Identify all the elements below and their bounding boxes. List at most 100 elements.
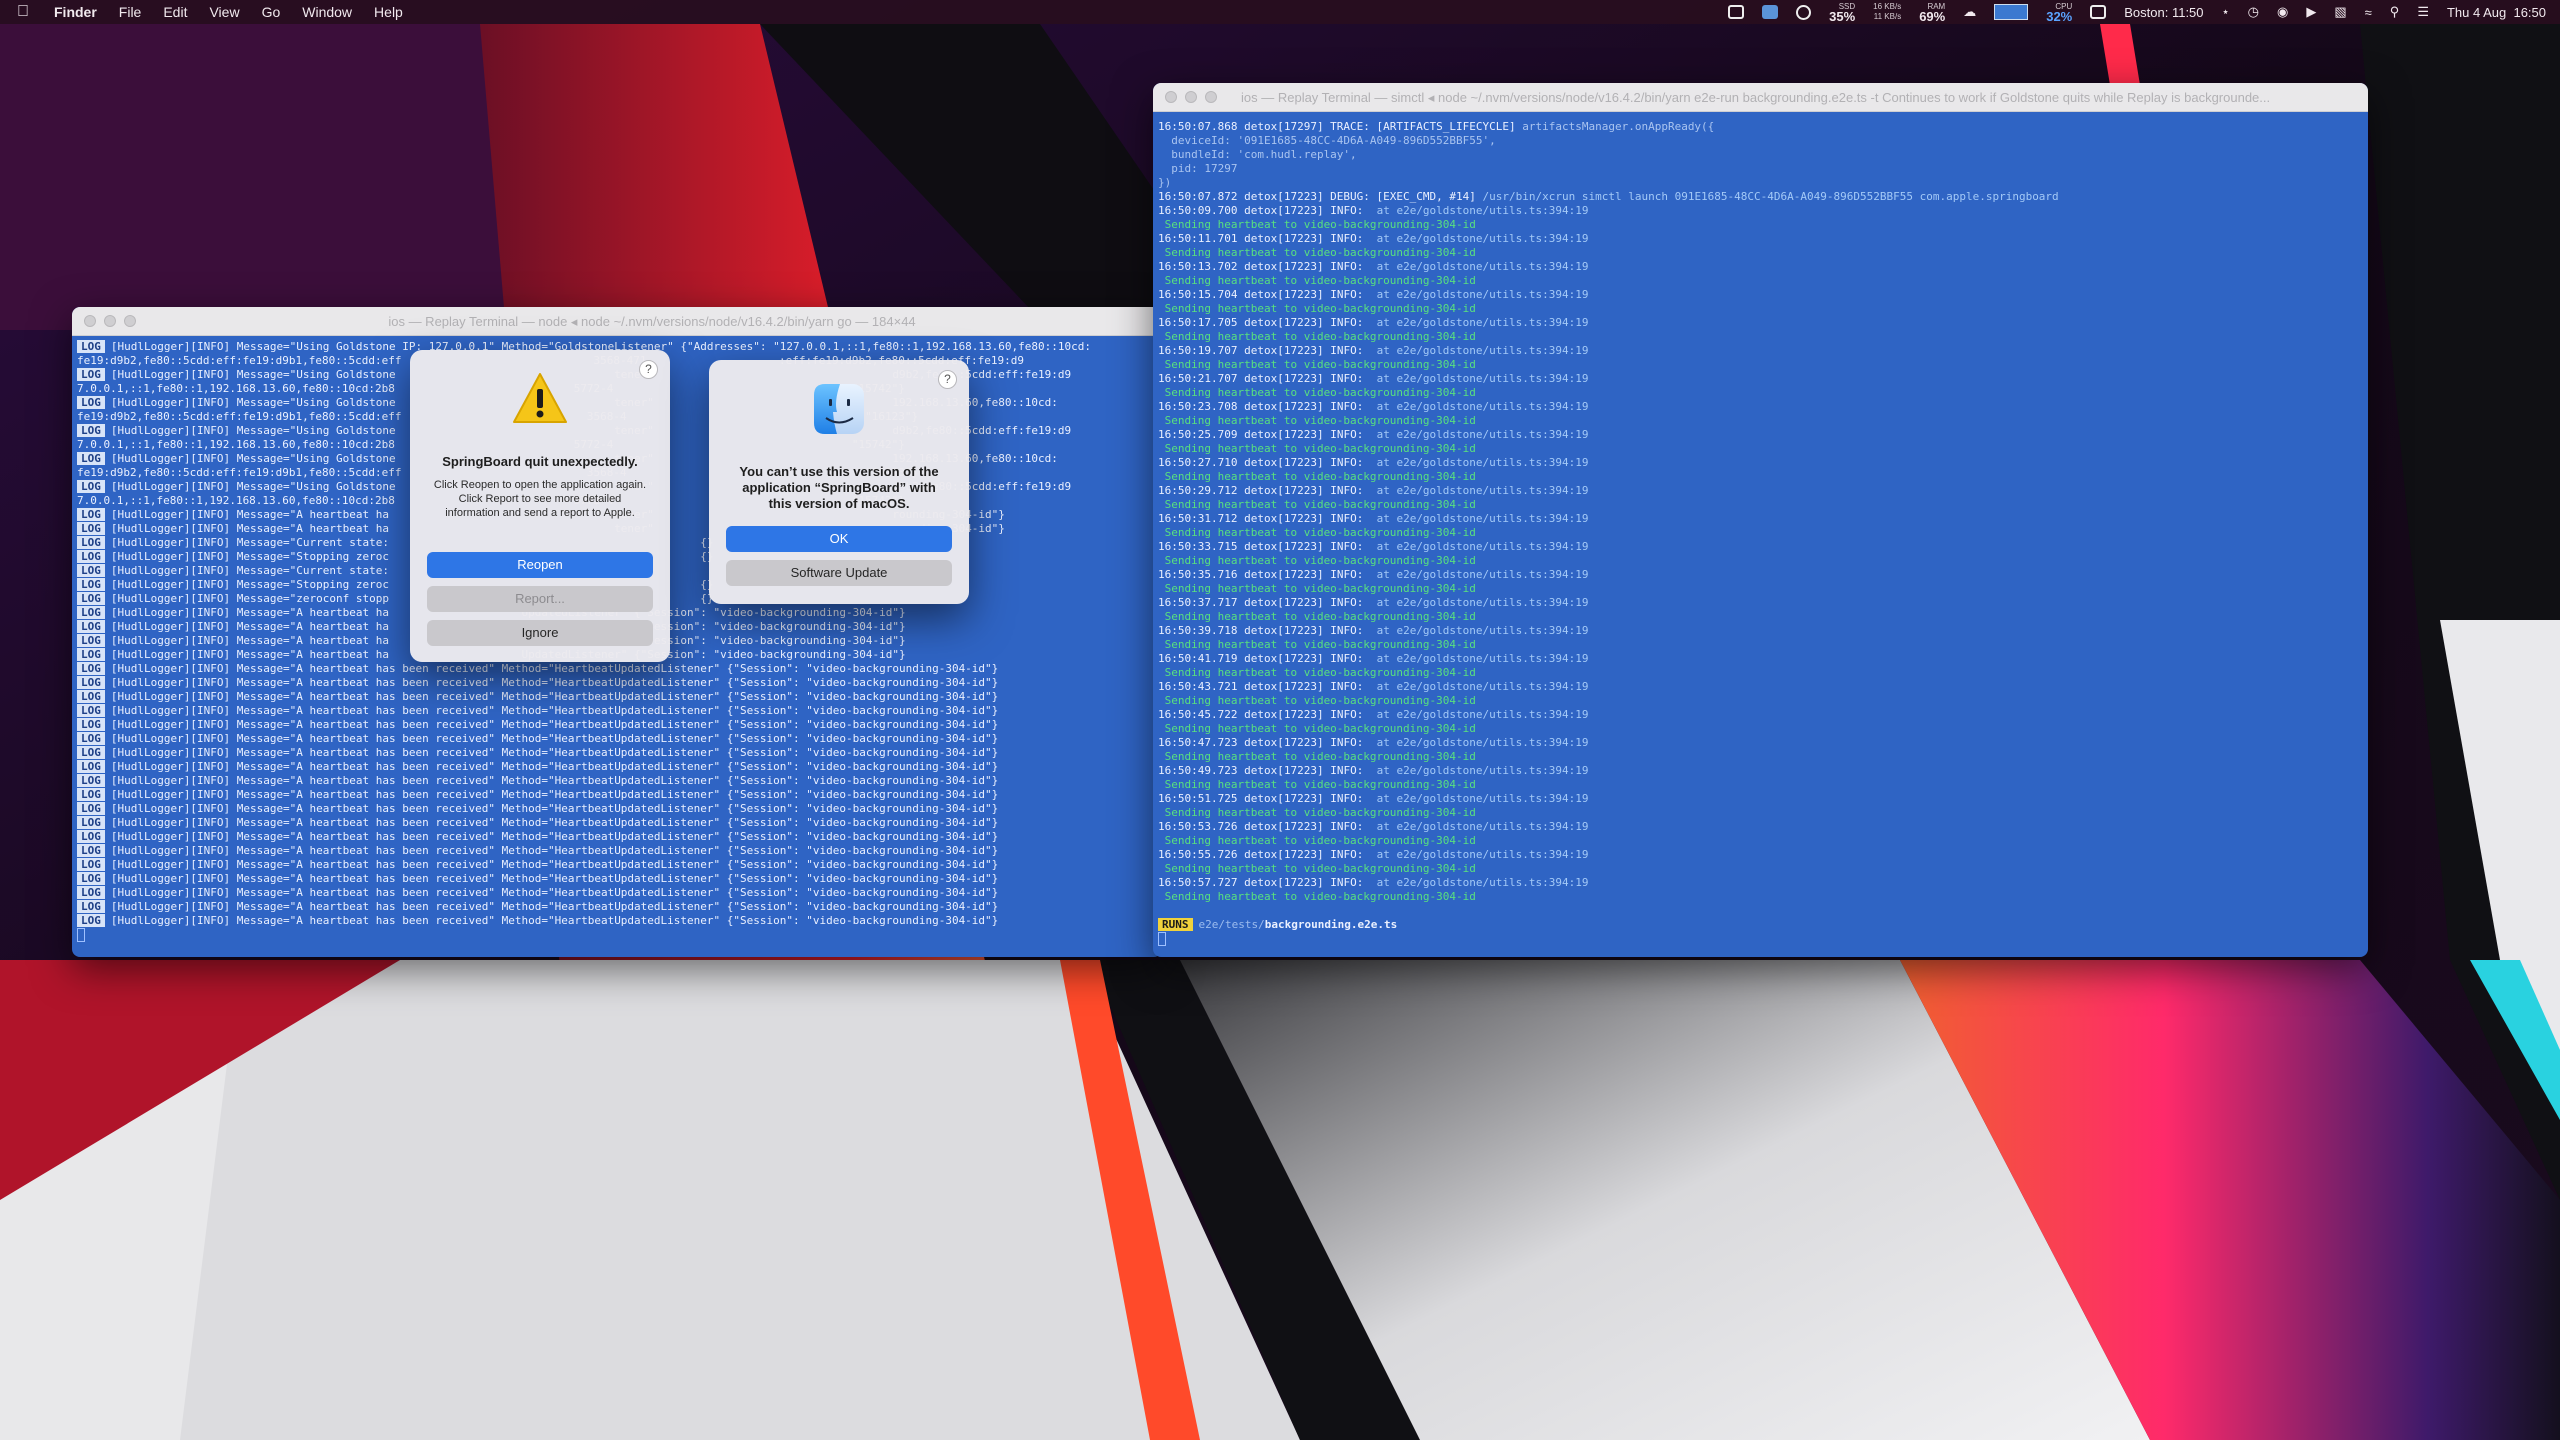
source-location: at e2e/goldstone/utils.ts:394:19 <box>1376 428 1589 441</box>
log-level: INFO: <box>1330 624 1364 637</box>
log-level: INFO: <box>1330 428 1364 441</box>
log-level-badge: LOG <box>77 886 105 899</box>
process-label: detox[17223] <box>1237 512 1331 525</box>
menu-help[interactable]: Help <box>374 4 403 20</box>
heartbeat-message: Sending heartbeat to video-backgrounding… <box>1158 442 1476 455</box>
log-level: INFO: <box>1330 512 1364 525</box>
wifi-icon[interactable]: ≈ <box>2365 5 2372 20</box>
titlebar[interactable]: ios — Replay Terminal — simctl ◂ node ~/… <box>1153 83 2368 112</box>
process-label: detox[17223] <box>1237 204 1331 217</box>
log-level: INFO: <box>1330 792 1364 805</box>
ssd-usage[interactable]: SSD 35% <box>1829 2 1855 23</box>
menu-window[interactable]: Window <box>302 4 352 20</box>
prompt-line <box>77 928 1157 942</box>
heartbeat-message: Sending heartbeat to video-backgrounding… <box>1158 638 1476 651</box>
menu-app-finder[interactable]: Finder <box>54 4 97 20</box>
app-status-icon[interactable] <box>1762 5 1779 19</box>
log-line: LOG [HudlLogger][INFO] Message="A heartbe… <box>77 886 1157 900</box>
heartbeat-entry: 16:50:27.710 detox[17223] INFO: at e2e/g… <box>1158 456 2363 470</box>
help-button[interactable]: ? <box>938 370 957 389</box>
bluetooth-icon[interactable]: ⋆ <box>2222 4 2230 20</box>
log-level: INFO: <box>1330 344 1364 357</box>
log-detail: }) <box>1158 176 1172 189</box>
battery-icon[interactable] <box>2090 5 2107 19</box>
log-prefix: 16:50:07.868 detox[17297] TRACE: [ARTIFA… <box>1158 120 1523 133</box>
timestamp: 16:50:41.719 <box>1158 652 1238 665</box>
terminal-window-right[interactable]: ios — Replay Terminal — simctl ◂ node ~/… <box>1153 83 2368 957</box>
log-level: INFO: <box>1330 484 1364 497</box>
timestamp: 16:50:23.708 <box>1158 400 1238 413</box>
heartbeat-message: Sending heartbeat to video-backgrounding… <box>1158 806 1476 819</box>
process-label: detox[17223] <box>1237 624 1331 637</box>
source-location: at e2e/goldstone/utils.ts:394:19 <box>1376 876 1589 889</box>
minimize-button[interactable] <box>104 315 116 327</box>
process-label: detox[17223] <box>1237 456 1331 469</box>
date-time[interactable]: Thu 4 Aug 16:50 <box>2447 5 2546 20</box>
log-level-badge: LOG <box>77 872 105 885</box>
source-location: at e2e/goldstone/utils.ts:394:19 <box>1376 624 1589 637</box>
terminal-output[interactable]: 16:50:07.868 detox[17297] TRACE: [ARTIFA… <box>1153 112 2368 950</box>
source-location: at e2e/goldstone/utils.ts:394:19 <box>1376 372 1589 385</box>
timestamp: 16:50:15.704 <box>1158 288 1238 301</box>
play-icon[interactable]: ▶ <box>2306 4 2316 20</box>
cpu-usage[interactable]: CPU 32% <box>2046 2 2072 23</box>
menu-view[interactable]: View <box>209 4 239 20</box>
heartbeat-entry: 16:50:23.708 detox[17223] INFO: at e2e/g… <box>1158 400 2363 414</box>
log-text: [HudlLogger][INFO] Message="A heartbeat … <box>110 858 999 871</box>
heartbeat-message: Sending heartbeat to video-backgrounding… <box>1158 722 1476 735</box>
help-button[interactable]: ? <box>639 360 658 379</box>
report-button[interactable]: Report... <box>427 586 653 612</box>
heartbeat-entry: 16:50:33.715 detox[17223] INFO: at e2e/g… <box>1158 540 2363 554</box>
menu-file[interactable]: File <box>119 4 142 20</box>
log-level: INFO: <box>1330 456 1364 469</box>
log-line: LOG [HudlLogger][INFO] Message="A heartbe… <box>77 816 1157 830</box>
network-speed[interactable]: 16 KB/s 11 KB/s <box>1873 2 1901 22</box>
log-text: [HudlLogger][INFO] Message="A heartbeat … <box>110 760 999 773</box>
source-location: at e2e/goldstone/utils.ts:394:19 <box>1376 596 1589 609</box>
zoom-button[interactable] <box>1205 91 1217 103</box>
ignore-button[interactable]: Ignore <box>427 620 653 646</box>
reopen-button[interactable]: Reopen <box>427 552 653 578</box>
cloud-icon[interactable]: ☁ <box>1963 4 1976 20</box>
search-icon[interactable]: ⚲ <box>2390 4 2400 20</box>
heartbeat-message: Sending heartbeat to video-backgrounding… <box>1158 414 1476 427</box>
ok-button[interactable]: OK <box>726 526 952 552</box>
process-label: detox[17223] <box>1237 372 1331 385</box>
shield-icon[interactable] <box>1796 4 1812 20</box>
close-button[interactable] <box>1165 91 1177 103</box>
log-line: bundleId: 'com.hudl.replay', <box>1158 148 2363 162</box>
finder-icon <box>814 384 864 434</box>
control-center-icon[interactable]: ☰ <box>2417 4 2429 20</box>
apple-menu-icon[interactable]:  <box>14 3 32 21</box>
menu-edit[interactable]: Edit <box>163 4 187 20</box>
process-label: detox[17223] <box>1237 484 1331 497</box>
timestamp: 16:50:43.721 <box>1158 680 1238 693</box>
screen-record-icon[interactable] <box>1728 5 1745 19</box>
process-label: detox[17223] <box>1237 540 1331 553</box>
process-label: detox[17223] <box>1237 876 1331 889</box>
close-button[interactable] <box>84 315 96 327</box>
text-cursor <box>77 928 85 942</box>
test-dir: e2e/tests/ <box>1198 918 1265 931</box>
world-clock[interactable]: Boston: 11:50 <box>2124 5 2203 20</box>
minimize-button[interactable] <box>1185 91 1197 103</box>
menu-go[interactable]: Go <box>262 4 281 20</box>
zoom-button[interactable] <box>124 315 136 327</box>
log-level: INFO: <box>1330 596 1364 609</box>
log-text: [HudlLogger][INFO] Message="A heartbeat … <box>110 816 999 829</box>
software-update-button[interactable]: Software Update <box>726 560 952 586</box>
log-level: INFO: <box>1330 708 1364 721</box>
keyboard-battery-icon[interactable]: ▧ <box>2334 4 2346 20</box>
timer-icon[interactable]: ◷ <box>2248 4 2259 20</box>
log-level: INFO: <box>1330 736 1364 749</box>
ram-usage[interactable]: RAM 69% <box>1919 2 1945 23</box>
timestamp: 16:50:35.716 <box>1158 568 1238 581</box>
log-prefix: 16:50:07.872 detox[17223] DEBUG: [EXEC_C… <box>1158 190 1483 203</box>
focus-icon[interactable]: ◉ <box>2277 4 2288 20</box>
titlebar[interactable]: ios — Replay Terminal — node ◂ node ~/.n… <box>72 307 1162 336</box>
heartbeat-entry: 16:50:57.727 detox[17223] INFO: at e2e/g… <box>1158 876 2363 890</box>
log-level-badge: LOG <box>77 662 105 675</box>
log-level-badge: LOG <box>77 760 105 773</box>
memory-graph-icon[interactable] <box>1994 4 2029 20</box>
